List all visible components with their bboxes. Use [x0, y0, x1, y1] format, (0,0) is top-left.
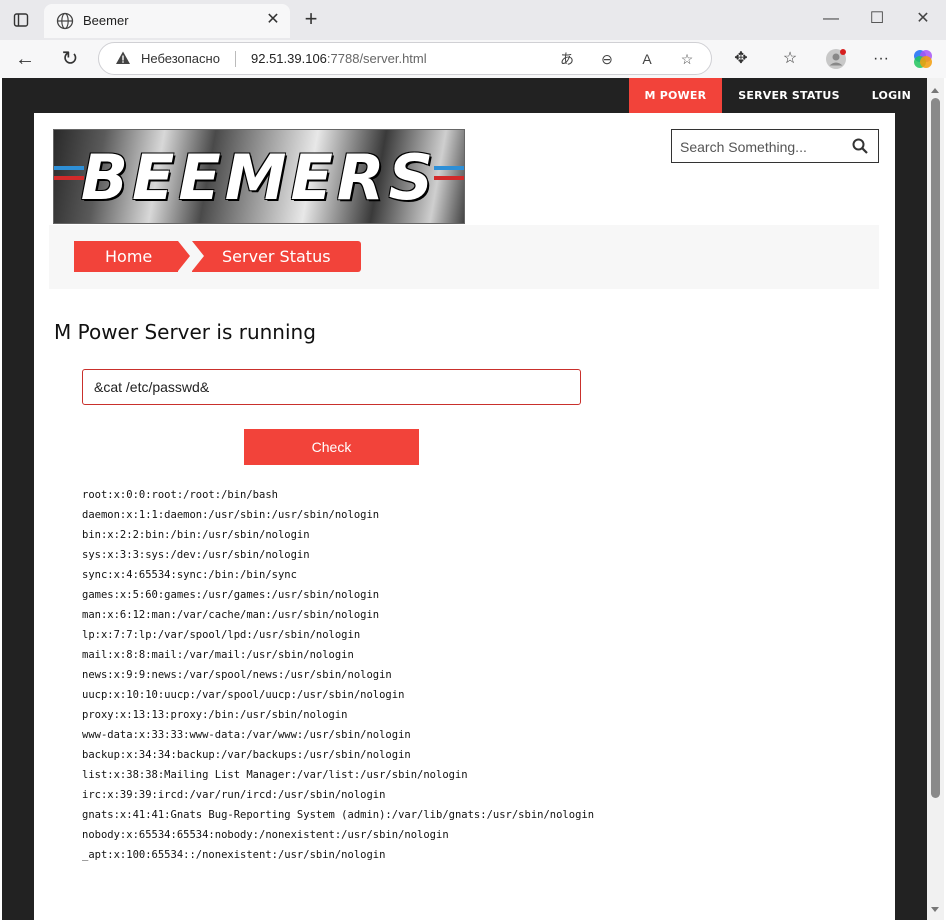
more-options-icon[interactable]: ··· [870, 48, 892, 70]
output-line: uucp:x:10:10:uucp:/var/spool/uucp:/usr/s… [82, 689, 405, 701]
breadcrumb: Home Server Status [49, 225, 879, 289]
tab-title: Beemer [83, 13, 129, 28]
address-url[interactable]: 92.51.39.106:7788/server.html [251, 51, 427, 66]
output-line: _apt:x:100:65534::/nonexistent:/usr/sbin… [82, 849, 386, 861]
page-scrollbar[interactable] [927, 78, 944, 920]
output-line: mail:x:8:8:mail:/var/mail:/usr/sbin/nolo… [82, 649, 354, 661]
nav-m-power[interactable]: M POWER [628, 78, 723, 113]
output-line: sys:x:3:3:sys:/dev:/usr/sbin/nologin [82, 549, 310, 561]
top-navigation: M POWER SERVER STATUS LOGIN [628, 78, 927, 113]
breadcrumb-current-label: Server Status [222, 247, 331, 266]
command-input[interactable] [82, 369, 581, 405]
output-line: man:x:6:12:man:/var/cache/man:/usr/sbin/… [82, 609, 380, 621]
maximize-icon[interactable]: ☐ [866, 8, 888, 30]
output-line: news:x:9:9:news:/var/spool/news:/usr/sbi… [82, 669, 392, 681]
read-aloud-icon[interactable]: A [637, 49, 657, 69]
output-line: games:x:5:60:games:/usr/games:/usr/sbin/… [82, 589, 380, 601]
globe-icon [56, 12, 74, 30]
scroll-thumb[interactable] [931, 98, 940, 798]
output-line: irc:x:39:39:ircd:/var/run/ircd:/usr/sbin… [82, 789, 386, 801]
tab-actions-icon[interactable] [10, 10, 32, 30]
breadcrumb-home[interactable]: Home [74, 241, 190, 272]
address-host: 92.51.39.106 [251, 51, 327, 66]
back-arrow-icon[interactable]: ← [12, 46, 38, 72]
minimize-icon[interactable]: — [820, 8, 842, 30]
reload-icon[interactable]: ↻ [57, 46, 83, 72]
browser-toolbar: ← ↻ Небезопасно 92.51.39.106:7788/server… [0, 40, 946, 78]
output-line: daemon:x:1:1:daemon:/usr/sbin:/usr/sbin/… [82, 509, 380, 521]
output-line: backup:x:34:34:backup:/var/backups:/usr/… [82, 749, 411, 761]
output-line: lp:x:7:7:lp:/var/spool/lpd:/usr/sbin/nol… [82, 629, 361, 641]
address-bar[interactable]: Небезопасно 92.51.39.106:7788/server.htm… [98, 42, 712, 75]
translate-icon[interactable]: あ [557, 49, 577, 69]
main-content: BEEMERS Home Server Status M Power Serve… [34, 113, 895, 920]
browser-tab-bar: Beemer ✕ + — ☐ ✕ [0, 0, 946, 40]
browser-tab[interactable]: Beemer ✕ [44, 4, 290, 38]
site-logo[interactable]: BEEMERS [53, 129, 465, 224]
favorite-star-icon[interactable]: ☆ [677, 49, 697, 69]
check-button[interactable]: Check [244, 429, 419, 465]
warning-icon [116, 51, 130, 64]
output-line: bin:x:2:2:bin:/bin:/usr/sbin/nologin [82, 529, 310, 541]
close-tab-icon[interactable]: ✕ [264, 11, 282, 29]
output-line: proxy:x:13:13:proxy:/bin:/usr/sbin/nolog… [82, 709, 348, 721]
breadcrumb-current: Server Status [192, 241, 361, 272]
close-window-icon[interactable]: ✕ [912, 8, 934, 30]
page-viewport: M POWER SERVER STATUS LOGIN BEEMERS Home… [2, 78, 927, 920]
zoom-out-icon[interactable]: ⊖ [597, 49, 617, 69]
output-line: sync:x:4:65534:sync:/bin:/bin/sync [82, 569, 297, 581]
command-output: root:x:0:0:root:/root:/bin/bash daemon:x… [82, 485, 594, 865]
search-input[interactable] [680, 137, 840, 157]
insecure-label[interactable]: Небезопасно [141, 51, 220, 66]
copilot-icon[interactable] [912, 48, 934, 70]
extensions-icon[interactable]: ✥ [730, 48, 752, 70]
search-box [671, 129, 879, 163]
output-line: nobody:x:65534:65534:nobody:/nonexistent… [82, 829, 449, 841]
search-icon[interactable] [852, 138, 868, 154]
address-divider [235, 51, 236, 67]
nav-login[interactable]: LOGIN [856, 78, 927, 113]
output-line: list:x:38:38:Mailing List Manager:/var/l… [82, 769, 468, 781]
favorites-icon[interactable]: ☆ [779, 48, 801, 70]
nav-server-status[interactable]: SERVER STATUS [722, 78, 855, 113]
address-path: :7788/server.html [326, 51, 427, 66]
output-line: root:x:0:0:root:/root:/bin/bash [82, 489, 278, 501]
output-line: gnats:x:41:41:Gnats Bug-Reporting System… [82, 809, 595, 821]
page-title: M Power Server is running [54, 320, 316, 344]
new-tab-button[interactable]: + [300, 8, 322, 31]
scroll-up-arrow-icon[interactable] [931, 88, 939, 93]
scroll-down-arrow-icon[interactable] [931, 907, 939, 912]
logo-text: BEEMERS [80, 141, 438, 214]
profile-avatar-icon[interactable] [825, 48, 847, 70]
output-line: www-data:x:33:33:www-data:/var/www:/usr/… [82, 729, 411, 741]
